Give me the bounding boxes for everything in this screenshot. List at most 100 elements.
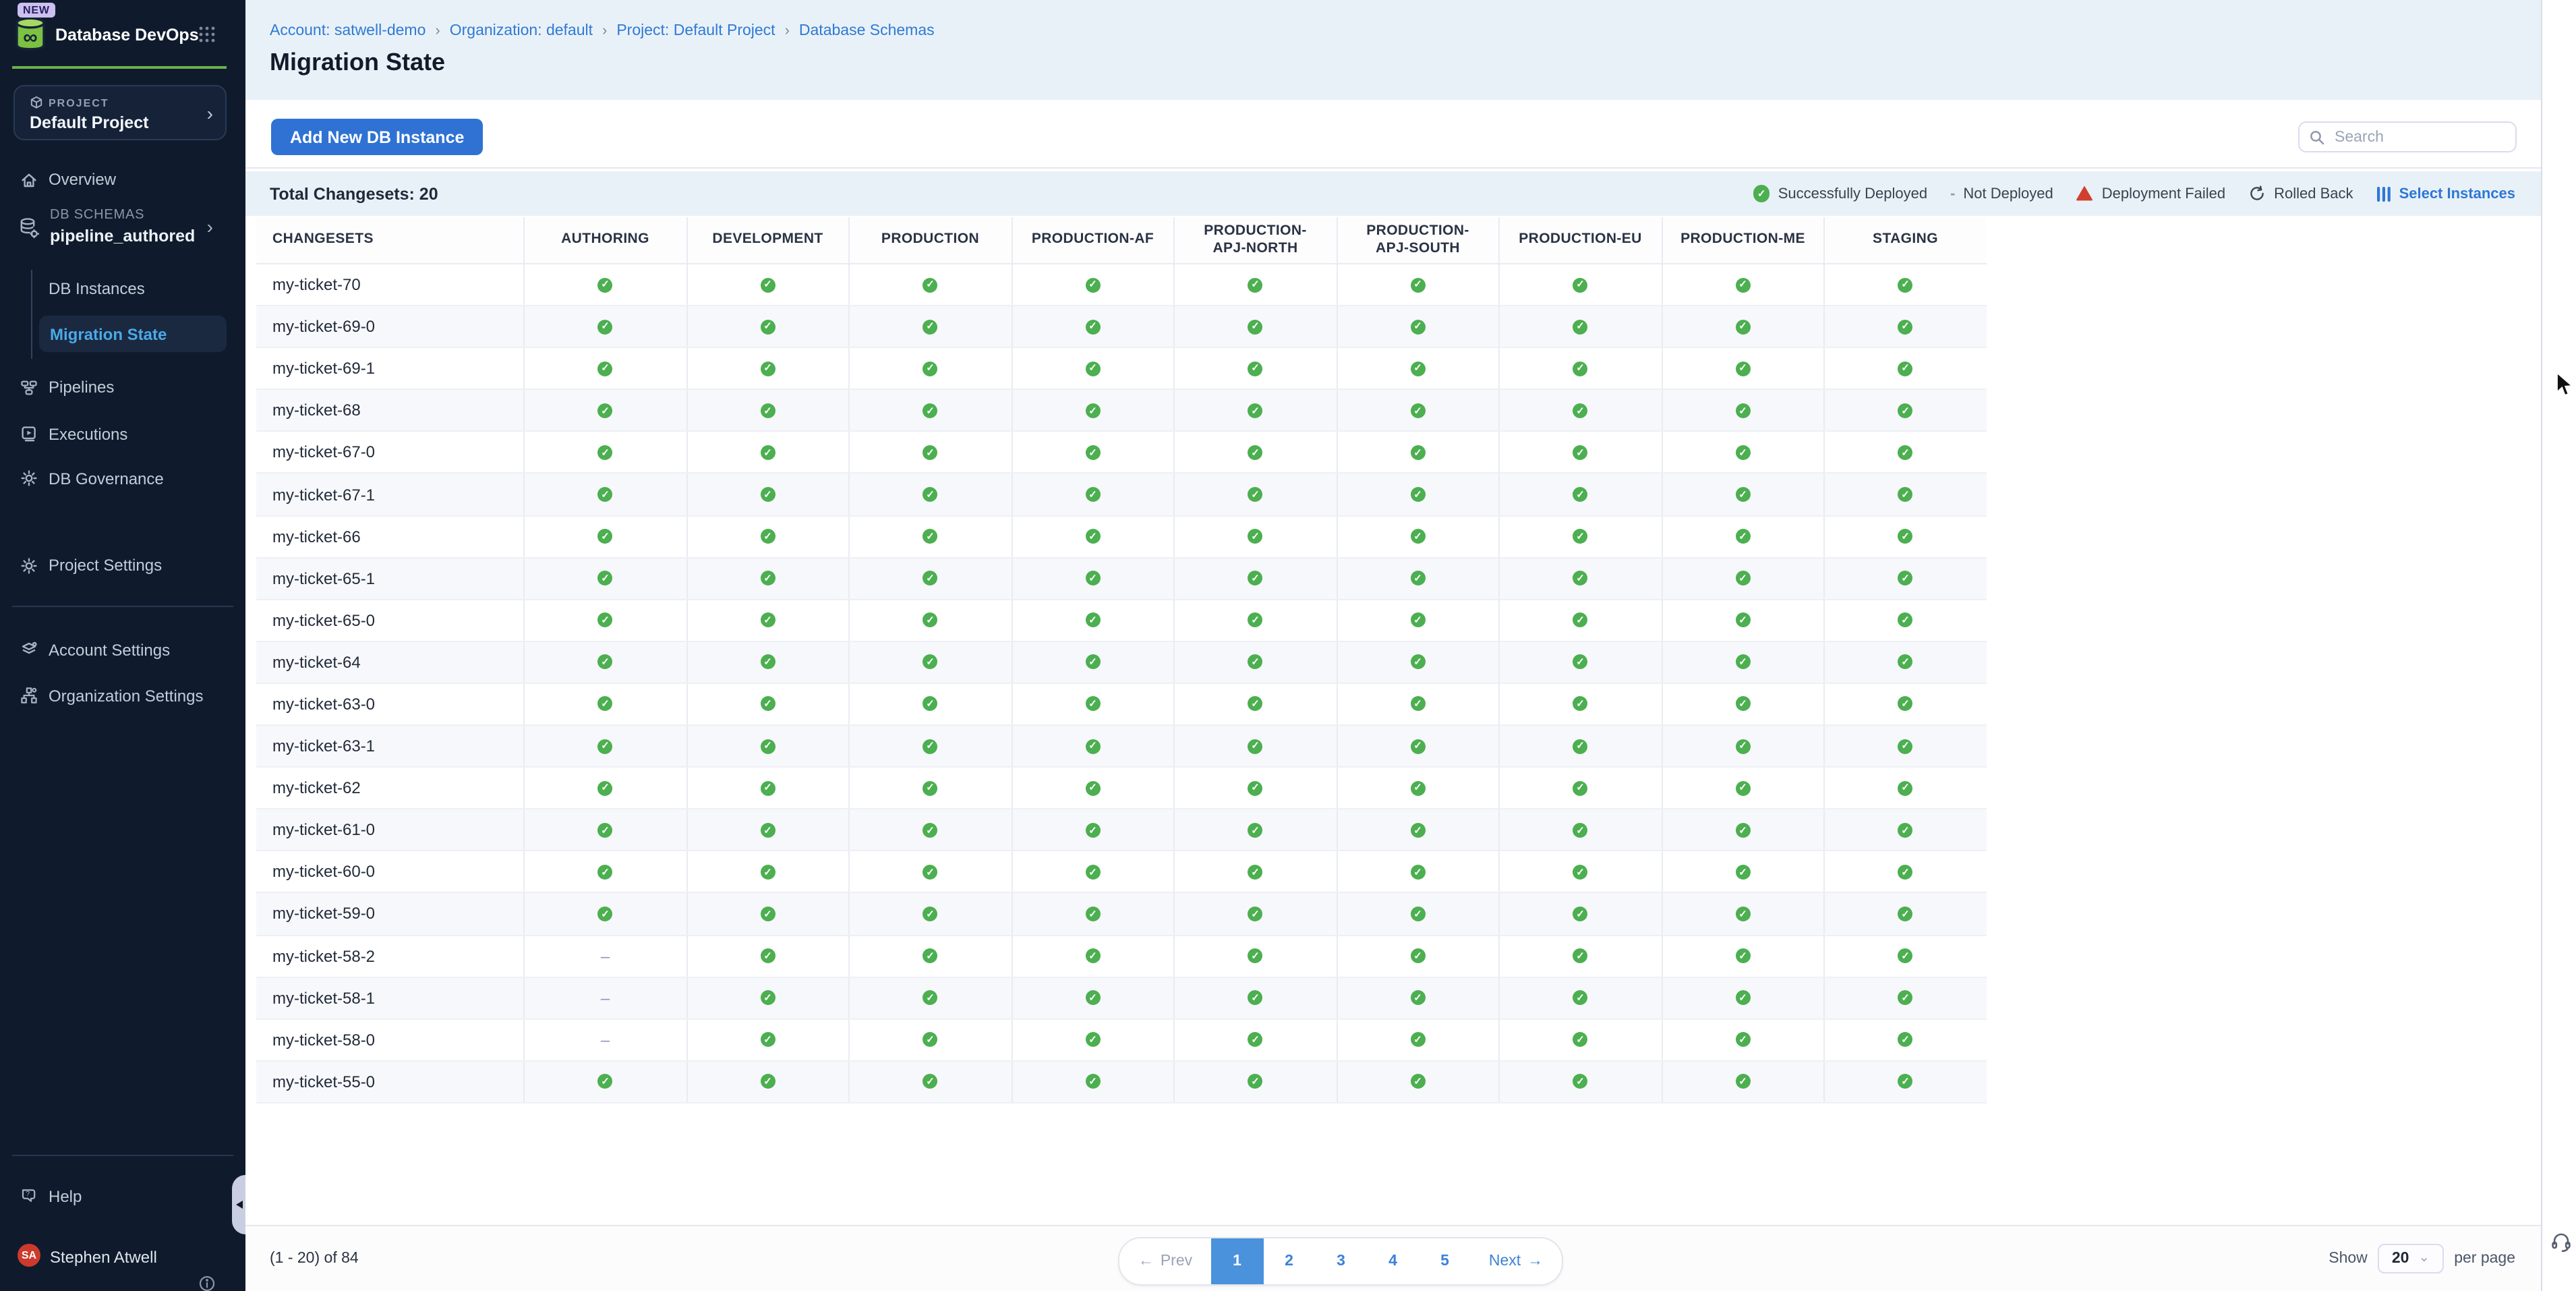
breadcrumb-separator: › bbox=[435, 23, 440, 39]
status-cell: – bbox=[523, 1019, 686, 1060]
sidebar-item-executions[interactable]: Executions bbox=[0, 418, 245, 450]
status-cell: – bbox=[523, 936, 686, 976]
sidebar-item-label: Organization Settings bbox=[49, 686, 203, 705]
support-chat-icon[interactable] bbox=[2549, 1230, 2573, 1255]
user-name[interactable]: Stephen Atwell bbox=[50, 1248, 157, 1267]
status-cell bbox=[1498, 642, 1661, 683]
status-cell bbox=[848, 642, 1011, 683]
sidebar-item-project-settings[interactable]: Project Settings bbox=[0, 549, 245, 581]
page-header: Account: satwell-demo › Organization: defa… bbox=[245, 0, 2541, 100]
success-check-icon bbox=[1573, 1074, 1588, 1089]
add-db-instance-button[interactable]: Add New DB Instance bbox=[271, 119, 483, 155]
status-cell bbox=[523, 348, 686, 389]
success-check-icon bbox=[1736, 697, 1751, 712]
success-check-icon bbox=[1411, 445, 1426, 460]
success-check-icon bbox=[1248, 403, 1263, 418]
success-check-icon bbox=[761, 445, 775, 460]
search-input[interactable] bbox=[2332, 127, 2515, 146]
status-cell bbox=[1661, 516, 1823, 556]
status-cell bbox=[523, 558, 686, 598]
sidebar-item-account-settings[interactable]: Account Settings bbox=[0, 633, 245, 666]
success-check-icon bbox=[1898, 780, 1913, 795]
status-cell bbox=[1336, 558, 1498, 598]
success-check-icon bbox=[761, 403, 775, 418]
not-deployed-dash: – bbox=[601, 946, 610, 965]
status-cell bbox=[523, 726, 686, 766]
main-content: Account: satwell-demo › Organization: defa… bbox=[245, 0, 2541, 1291]
changeset-name: my-ticket-58-0 bbox=[256, 1019, 523, 1060]
page-button[interactable]: 4 bbox=[1367, 1238, 1419, 1284]
page-button[interactable]: 2 bbox=[1263, 1238, 1315, 1284]
success-check-icon bbox=[1411, 739, 1426, 753]
success-check-icon bbox=[1411, 361, 1426, 376]
page-button[interactable]: 3 bbox=[1315, 1238, 1367, 1284]
chevron-right-icon: › bbox=[207, 100, 213, 127]
success-check-icon bbox=[1898, 697, 1913, 712]
apps-grid-icon[interactable] bbox=[198, 26, 216, 43]
project-selector[interactable]: PROJECT Default Project › bbox=[13, 85, 227, 140]
success-check-icon bbox=[1898, 865, 1913, 880]
success-check-icon bbox=[1898, 907, 1913, 921]
legend-successfully-deployed: Successfully Deployed bbox=[1753, 185, 1927, 202]
table-row: my-ticket-58-0 – bbox=[256, 1019, 1986, 1061]
sidebar-item-pipelines[interactable]: Pipelines bbox=[0, 371, 245, 403]
status-cell bbox=[1661, 348, 1823, 389]
success-check-icon bbox=[1898, 948, 1913, 963]
sidebar-item-db-governance[interactable]: DB Governance bbox=[0, 462, 245, 494]
sidebar-item-overview[interactable]: Overview bbox=[0, 163, 245, 196]
success-check-icon bbox=[923, 823, 938, 838]
page-button[interactable]: 1 bbox=[1211, 1238, 1263, 1284]
status-cell bbox=[1336, 642, 1498, 683]
not-deployed-dash: – bbox=[601, 1030, 610, 1049]
next-page-button[interactable]: Next→ bbox=[1471, 1238, 1561, 1284]
success-check-icon bbox=[598, 403, 613, 418]
sidebar-divider bbox=[12, 1155, 233, 1156]
status-cell bbox=[1173, 264, 1336, 305]
success-check-icon bbox=[1086, 487, 1101, 502]
status-cell bbox=[1823, 1019, 1986, 1060]
status-cell bbox=[848, 977, 1011, 1018]
sidebar-item-help[interactable]: ? Help bbox=[0, 1180, 245, 1212]
page-button[interactable]: 5 bbox=[1419, 1238, 1471, 1284]
success-check-icon bbox=[1411, 823, 1426, 838]
column-header: PRODUCTION-APJ-NORTH bbox=[1173, 217, 1336, 263]
status-cell bbox=[848, 264, 1011, 305]
breadcrumb-link[interactable]: Account: satwell-demo bbox=[270, 23, 426, 39]
table-row: my-ticket-62 bbox=[256, 768, 1986, 809]
sidebar-collapse-handle[interactable] bbox=[232, 1175, 245, 1234]
success-check-icon bbox=[1086, 739, 1101, 753]
breadcrumb-link[interactable]: Organization: default bbox=[450, 23, 593, 39]
legend-rolled-back: Rolled Back bbox=[2248, 185, 2353, 202]
user-avatar[interactable]: SA bbox=[18, 1244, 40, 1267]
status-cell bbox=[686, 977, 848, 1018]
status-cell bbox=[1173, 936, 1336, 976]
sidebar-item-migration-state[interactable]: Migration State bbox=[39, 316, 227, 352]
status-cell bbox=[686, 348, 848, 389]
status-cell bbox=[1498, 1062, 1661, 1102]
status-cell bbox=[1173, 1062, 1336, 1102]
prev-page-button[interactable]: ←Prev bbox=[1119, 1238, 1211, 1284]
status-cell bbox=[1498, 936, 1661, 976]
changeset-name: my-ticket-63-0 bbox=[256, 684, 523, 724]
table-row: my-ticket-58-1– bbox=[256, 977, 1986, 1019]
sidebar-item-label: Executions bbox=[49, 424, 127, 443]
success-check-icon bbox=[1736, 990, 1751, 1005]
select-instances-button[interactable]: Select Instances bbox=[2376, 185, 2515, 202]
success-check-icon bbox=[1411, 613, 1426, 628]
status-cell bbox=[848, 306, 1011, 347]
success-check-icon bbox=[1736, 529, 1751, 544]
new-badge: NEW bbox=[18, 3, 55, 18]
status-cell bbox=[1661, 726, 1823, 766]
breadcrumb-link[interactable]: Project: Default Project bbox=[616, 23, 775, 39]
sidebar-item-db-instances[interactable]: DB Instances bbox=[0, 272, 245, 305]
sidebar-item-organization-settings[interactable]: Organization Settings bbox=[0, 679, 245, 712]
success-check-icon bbox=[1086, 529, 1101, 544]
changeset-name: my-ticket-61-0 bbox=[256, 809, 523, 850]
success-check-icon bbox=[1573, 780, 1588, 795]
breadcrumb-link[interactable]: Database Schemas bbox=[799, 23, 935, 39]
success-check-icon bbox=[1411, 319, 1426, 334]
page-size-select[interactable]: 20 ⌄ bbox=[2378, 1244, 2443, 1273]
search-box[interactable] bbox=[2298, 121, 2517, 152]
status-cell bbox=[1823, 936, 1986, 976]
sidebar-item-db-schemas[interactable]: DB SCHEMAS pipeline_authored › bbox=[0, 205, 245, 254]
